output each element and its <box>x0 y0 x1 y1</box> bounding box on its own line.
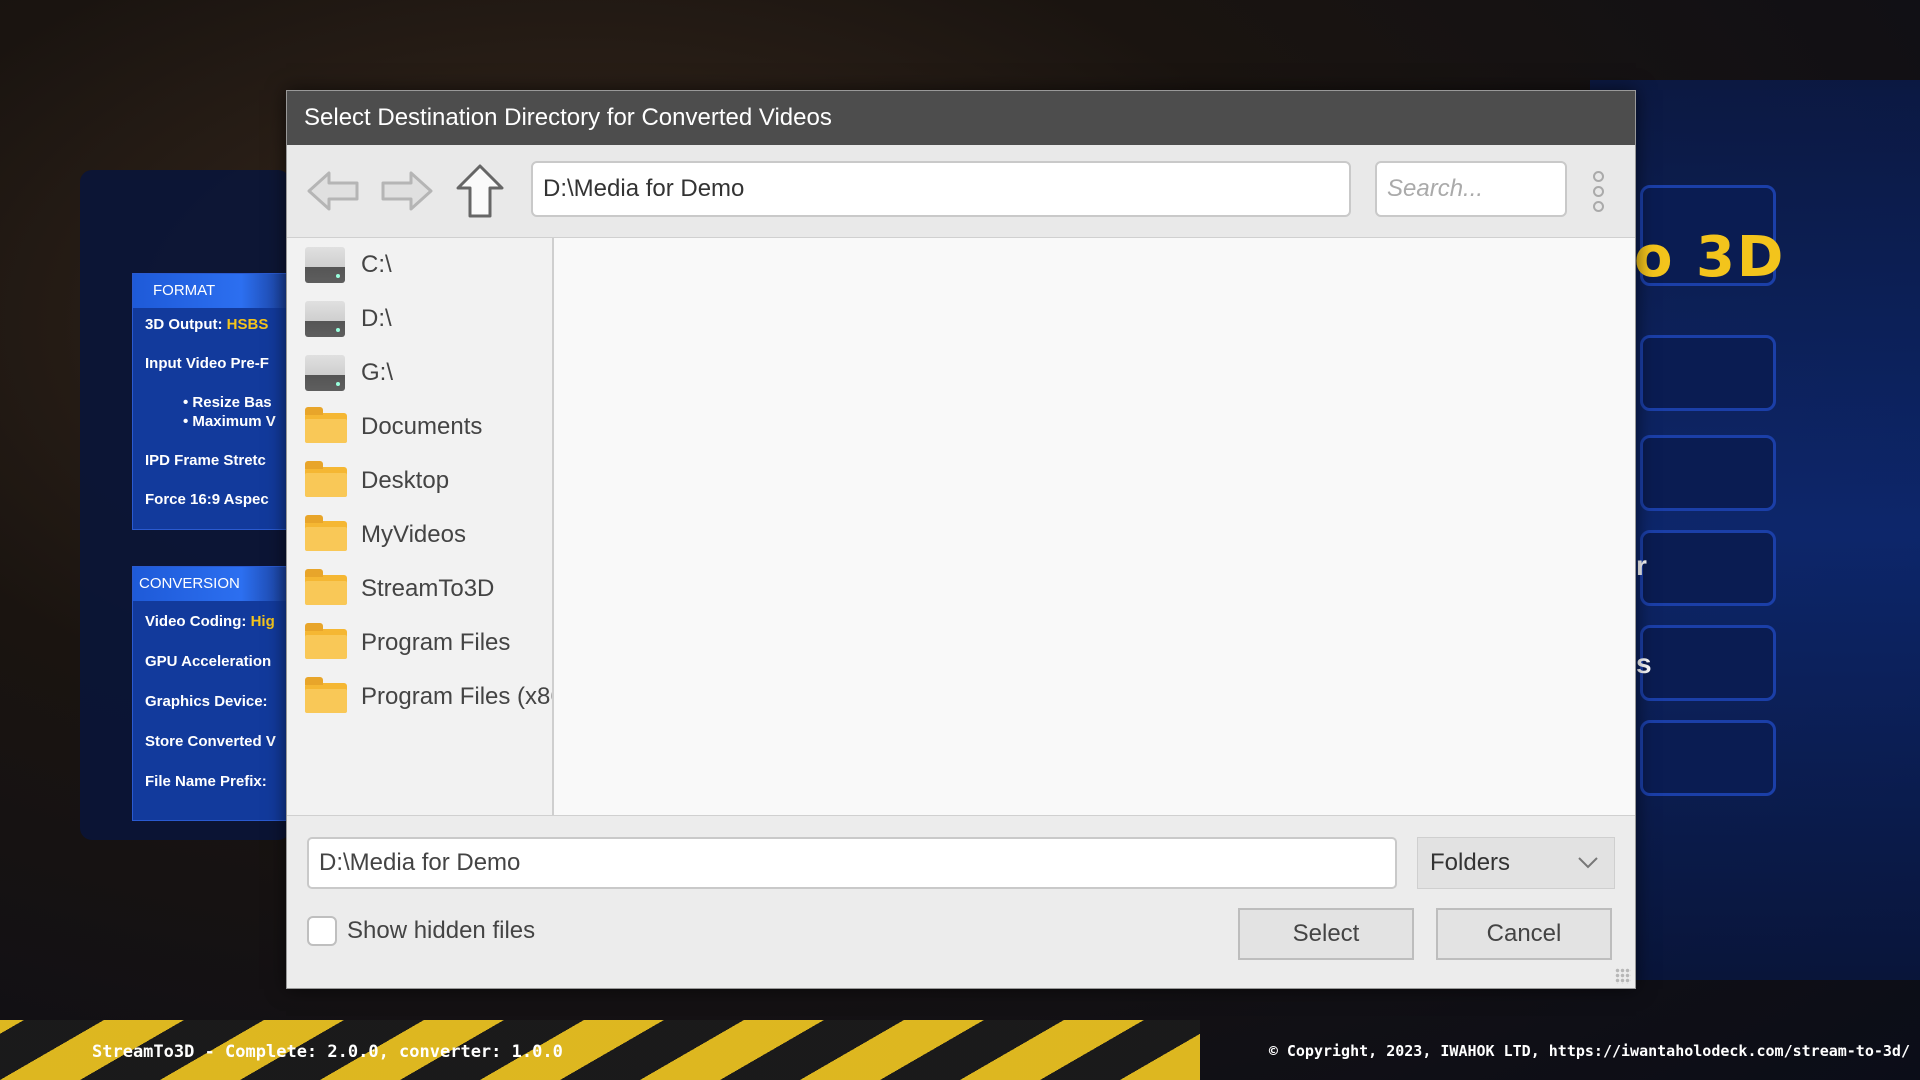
forward-button[interactable] <box>377 163 435 219</box>
sidebar-item-program-files[interactable]: Program Files <box>287 616 552 670</box>
format-row[interactable]: 3D Output: HSBS <box>133 316 288 333</box>
format-subrow: • Resize Bas <box>183 394 272 411</box>
sidebar-item-label: MyVideos <box>361 521 466 548</box>
right-card <box>1640 435 1776 511</box>
sidebar-item-myvideos[interactable]: MyVideos <box>287 508 552 562</box>
sidebar-item-label: G:\ <box>361 359 394 386</box>
file-list-area[interactable] <box>554 238 1635 815</box>
drive-icon <box>303 297 347 341</box>
back-button[interactable] <box>305 163 363 219</box>
sidebar-item-label: Program Files (x86) <box>361 683 554 710</box>
show-hidden-toggle[interactable]: Show hidden files <box>307 916 535 946</box>
select-button[interactable]: Select <box>1238 908 1414 960</box>
sidebar-item-desktop[interactable]: Desktop <box>287 454 552 508</box>
dialog-title: Select Destination Directory for Convert… <box>287 91 1635 145</box>
folder-icon <box>303 459 347 503</box>
sidebar-item-label: C:\ <box>361 251 392 278</box>
cancel-button[interactable]: Cancel <box>1436 908 1612 960</box>
arrow-right-icon <box>381 171 433 211</box>
sidebar-item-c-drive[interactable]: C:\ <box>287 238 552 292</box>
conversion-row[interactable]: Store Converted V <box>133 733 288 750</box>
sidebar-item-label: StreamTo3D <box>361 575 495 602</box>
version-footer: StreamTo3D - Complete: 2.0.0, converter:… <box>92 1042 563 1062</box>
sidebar-item-d-drive[interactable]: D:\ <box>287 292 552 346</box>
sidebar-item-g-drive[interactable]: G:\ <box>287 346 552 400</box>
right-card <box>1640 720 1776 796</box>
show-hidden-label: Show hidden files <box>347 917 536 944</box>
side-letter: r <box>1636 550 1647 581</box>
dialog-toolbar <box>287 145 1635 238</box>
sidebar-item-label: Documents <box>361 413 483 440</box>
path-input[interactable] <box>531 161 1351 217</box>
conversion-row[interactable]: Graphics Device: <box>133 693 288 710</box>
sidebar-item-label: Program Files <box>361 629 511 656</box>
format-row[interactable]: Input Video Pre-F <box>133 355 288 372</box>
drive-icon <box>303 351 347 395</box>
dot-icon <box>1592 170 1604 182</box>
sidebar-item-streamto3d[interactable]: StreamTo3D <box>287 562 552 616</box>
conversion-panel: CONVERSION Video Coding: Hig GPU Acceler… <box>132 566 289 821</box>
filter-value: Folders <box>1430 849 1511 876</box>
side-letter: s <box>1636 648 1652 679</box>
conversion-panel-header: CONVERSION <box>133 567 288 601</box>
sidebar-item-label: Desktop <box>361 467 450 494</box>
format-row[interactable]: Force 16:9 Aspec <box>133 491 288 508</box>
folder-icon <box>303 405 347 449</box>
dot-icon <box>1592 185 1604 197</box>
drive-icon <box>303 243 347 287</box>
resize-grip[interactable] <box>1615 968 1631 984</box>
folder-icon <box>303 513 347 557</box>
places-sidebar: C:\ D:\ G:\ Documents Desktop MyVideos S… <box>287 238 554 815</box>
arrow-left-icon <box>307 171 359 211</box>
up-button[interactable] <box>451 163 509 219</box>
sidebar-item-label: D:\ <box>361 305 392 332</box>
format-subrow: • Maximum V <box>183 413 276 430</box>
app-brand-fragment: o 3D <box>1634 225 1786 290</box>
selected-path-input[interactable] <box>307 837 1397 889</box>
arrow-up-icon <box>456 164 504 218</box>
right-card <box>1640 335 1776 411</box>
sidebar-item-program-files-x86[interactable]: Program Files (x86) <box>287 670 552 724</box>
filter-dropdown[interactable]: Folders <box>1417 837 1615 889</box>
conversion-row[interactable]: GPU Acceleration <box>133 653 288 670</box>
folder-icon <box>303 675 347 719</box>
format-panel-header: FORMAT <box>133 274 288 308</box>
search-input[interactable] <box>1375 161 1567 217</box>
more-options-button[interactable] <box>1587 163 1609 219</box>
show-hidden-checkbox[interactable] <box>307 916 337 946</box>
format-row[interactable]: IPD Frame Stretc <box>133 452 288 469</box>
chevron-down-icon <box>1578 857 1598 869</box>
folder-icon <box>303 567 347 611</box>
format-panel: FORMAT 3D Output: HSBS Input Video Pre-F… <box>132 273 289 530</box>
conversion-row[interactable]: Video Coding: Hig <box>133 613 288 630</box>
select-directory-dialog: Select Destination Directory for Convert… <box>286 90 1636 989</box>
dialog-footer: Folders Show hidden files Select Cancel <box>287 815 1635 988</box>
conversion-row[interactable]: File Name Prefix: <box>133 773 288 790</box>
dot-icon <box>1592 200 1604 212</box>
sidebar-item-documents[interactable]: Documents <box>287 400 552 454</box>
folder-icon <box>303 621 347 665</box>
copyright-footer: © Copyright, 2023, IWAHOK LTD, https://i… <box>1268 1042 1910 1060</box>
